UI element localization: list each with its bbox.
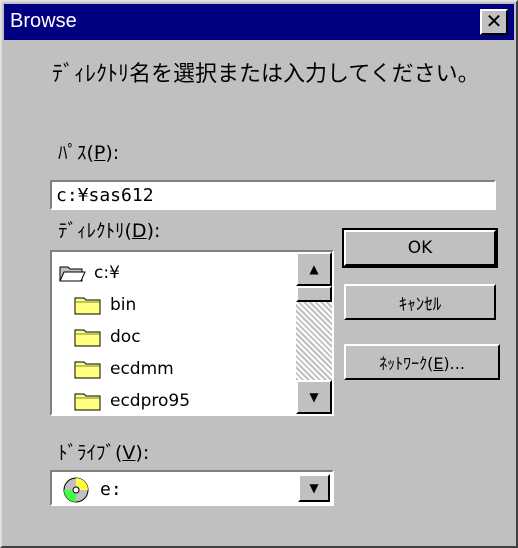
list-item-ecdmm[interactable]: ecdmm (74, 354, 174, 384)
drive-dropdown-button[interactable]: ▼ (298, 474, 330, 502)
scroll-down-button[interactable]: ▼ (296, 380, 332, 414)
cancel-button-label: ｷｬﾝｾﾙ (398, 294, 442, 315)
arrow-up-icon: ▲ (309, 262, 319, 276)
network-button-label: ﾈｯﾄﾜｰｸ(E)... (379, 354, 465, 373)
arrow-down-icon: ▼ (309, 390, 319, 404)
list-item-label: c:¥ (94, 263, 120, 283)
path-label: ﾊﾟｽ(P): (58, 142, 120, 164)
list-item-label: ecdmm (110, 359, 174, 379)
drive-select[interactable]: e: ▼ (50, 470, 334, 506)
drive-value: e: (100, 479, 122, 500)
folder-icon (74, 393, 101, 411)
list-item-ecdpro95[interactable]: ecdpro95 (74, 386, 191, 414)
drive-label: ﾄﾞﾗｲﾌﾞ(V): (58, 442, 150, 464)
directory-scrollbar[interactable]: ▲ ▼ (296, 252, 332, 414)
path-input[interactable] (50, 180, 496, 210)
list-item-label: bin (110, 295, 137, 315)
window-title: Browse (10, 10, 77, 32)
folder-icon (74, 361, 101, 379)
network-button[interactable]: ﾈｯﾄﾜｰｸ(E)... (344, 344, 500, 380)
browse-dialog: Browse ✕ ﾃﾞｨﾚｸﾄﾘ名を選択または入力してください。 ﾊﾟｽ(P):… (0, 0, 518, 548)
directory-label: ﾃﾞｨﾚｸﾄﾘ(D): (58, 220, 161, 242)
chevron-down-icon: ▼ (309, 481, 319, 495)
ok-button-label: OK (407, 238, 433, 258)
folder-icon (74, 297, 101, 315)
directory-list[interactable]: c:¥ bin doc ecdmm ecdpro95 ▲ ▼ (50, 250, 334, 416)
folder-icon (74, 329, 101, 347)
list-item-bin[interactable]: bin (74, 290, 136, 320)
title-bar[interactable]: Browse ✕ (4, 4, 514, 40)
ok-button[interactable]: OK (342, 228, 498, 268)
cancel-button[interactable]: ｷｬﾝｾﾙ (344, 284, 496, 320)
scroll-thumb[interactable] (296, 286, 332, 302)
list-item-label: ecdpro95 (110, 391, 191, 411)
cd-drive-icon (63, 477, 89, 503)
instruction-text: ﾃﾞｨﾚｸﾄﾘ名を選択または入力してください。 (52, 62, 480, 87)
list-item-doc[interactable]: doc (74, 322, 141, 352)
scroll-up-button[interactable]: ▲ (296, 252, 332, 286)
close-icon: ✕ (485, 9, 503, 33)
list-item-label: doc (110, 327, 141, 347)
close-button[interactable]: ✕ (480, 9, 508, 35)
open-folder-icon (59, 266, 86, 282)
list-item-root[interactable]: c:¥ (58, 258, 120, 288)
